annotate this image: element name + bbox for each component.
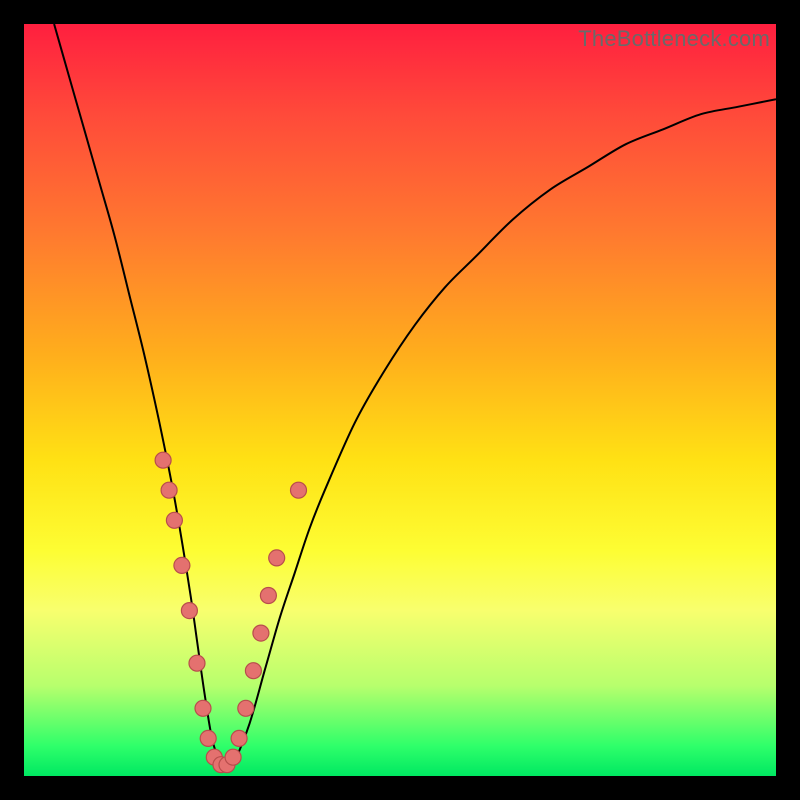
chart-frame: TheBottleneck.com	[0, 0, 800, 800]
data-point	[166, 512, 182, 528]
data-point	[155, 452, 171, 468]
data-point	[269, 550, 285, 566]
data-point	[195, 700, 211, 716]
data-point	[291, 482, 307, 498]
data-point	[200, 730, 216, 746]
data-point	[225, 749, 241, 765]
data-points	[155, 452, 306, 773]
data-point	[231, 730, 247, 746]
data-point	[161, 482, 177, 498]
plot-area: TheBottleneck.com	[24, 24, 776, 776]
chart-overlay	[24, 24, 776, 776]
data-point	[245, 663, 261, 679]
bottleneck-curve	[54, 24, 776, 769]
data-point	[238, 700, 254, 716]
data-point	[189, 655, 205, 671]
data-point	[174, 557, 190, 573]
data-point	[181, 603, 197, 619]
data-point	[260, 588, 276, 604]
data-point	[253, 625, 269, 641]
